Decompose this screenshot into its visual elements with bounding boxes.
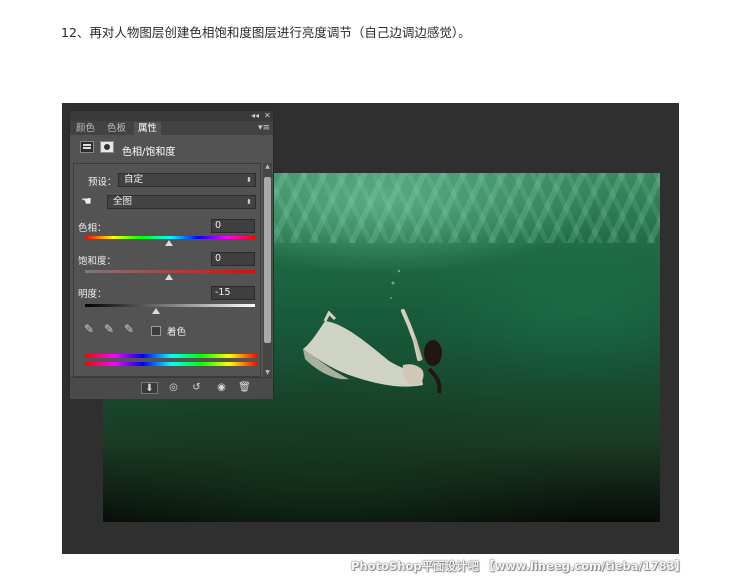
eyedropper-plus-icon[interactable]: ✎ bbox=[104, 322, 114, 336]
preset-dropdown[interactable]: 自定 ⬍ bbox=[118, 173, 256, 187]
instruction-text: 12、再对人物图层创建色相饱和度图层进行亮度调节（自己边调边感觉）。 bbox=[61, 25, 471, 40]
lightness-slider-track[interactable] bbox=[85, 304, 255, 307]
preset-label: 预设： bbox=[88, 177, 117, 188]
hue-saturation-icon[interactable] bbox=[80, 141, 94, 153]
saturation-slider-thumb[interactable] bbox=[165, 274, 173, 280]
lightness-input[interactable]: -15 bbox=[211, 286, 255, 300]
lightness-label: 明度： bbox=[78, 289, 107, 300]
input-spectrum-bar bbox=[85, 354, 258, 358]
tab-color[interactable]: 颜色 bbox=[72, 122, 99, 135]
hue-input[interactable]: 0 bbox=[211, 219, 255, 233]
panel-menu-icon[interactable]: ▾≡ bbox=[258, 121, 270, 135]
properties-panel: ◂◂ ✕ 颜色 色板 属性 ▾≡ 色相/饱和度 预设： 自定 ⬍ ☚ 全图 ⬍ … bbox=[69, 110, 274, 399]
eyedropper-icon[interactable]: ✎ bbox=[84, 322, 94, 336]
hue-label: 色相： bbox=[78, 223, 107, 234]
preset-value: 自定 bbox=[124, 174, 144, 185]
hue-slider-thumb[interactable] bbox=[165, 240, 173, 246]
saturation-label: 饱和度： bbox=[78, 256, 117, 267]
channel-value: 全图 bbox=[113, 196, 133, 207]
tab-swatches[interactable]: 色板 bbox=[103, 122, 130, 135]
output-spectrum-bar bbox=[85, 362, 258, 366]
dropdown-arrow-icon: ⬍ bbox=[246, 176, 252, 184]
saturation-slider-track[interactable] bbox=[85, 270, 255, 273]
panel-title: 色相/饱和度 bbox=[122, 147, 176, 158]
reset-icon[interactable]: ↺ bbox=[188, 382, 205, 394]
properties-content: 预设： 自定 ⬍ ☚ 全图 ⬍ 色相： 0 饱和度： 0 明度： -15 ✎ ✎… bbox=[73, 163, 261, 377]
mask-icon[interactable] bbox=[100, 141, 114, 153]
hand-icon[interactable]: ☚ bbox=[81, 194, 92, 208]
colorize-checkbox[interactable] bbox=[151, 326, 161, 336]
view-previous-icon[interactable]: ◎ bbox=[165, 382, 182, 394]
trash-icon[interactable]: 🗑 bbox=[236, 382, 253, 394]
clip-icon[interactable]: ⬇ bbox=[141, 382, 158, 394]
eyedropper-minus-icon[interactable]: ✎ bbox=[124, 322, 134, 336]
scroll-up-icon[interactable]: ▲ bbox=[263, 163, 272, 171]
panel-bottom-bar: ⬇ ◎ ↺ ◉ 🗑 bbox=[70, 377, 273, 399]
watermark: PhotoShop平面设计吧 【www.lineeg.com/tieba/178… bbox=[351, 559, 687, 573]
visibility-icon[interactable]: ◉ bbox=[213, 382, 230, 394]
dropdown-arrow-icon: ⬍ bbox=[246, 198, 252, 206]
tab-properties[interactable]: 属性 bbox=[134, 122, 162, 135]
close-icon[interactable]: ✕ bbox=[264, 111, 271, 121]
panel-scrollbar[interactable]: ▲ ▼ bbox=[263, 163, 272, 377]
panel-header: 色相/饱和度 bbox=[70, 137, 273, 159]
channel-dropdown[interactable]: 全图 ⬍ bbox=[107, 195, 256, 209]
panel-title-strip[interactable] bbox=[70, 111, 273, 121]
hue-slider-track[interactable] bbox=[85, 236, 255, 239]
scrollbar-thumb[interactable] bbox=[264, 177, 271, 343]
saturation-input[interactable]: 0 bbox=[211, 252, 255, 266]
lightness-slider-thumb[interactable] bbox=[152, 308, 160, 314]
colorize-label: 着色 bbox=[167, 327, 187, 338]
double-chevron-icon[interactable]: ◂◂ bbox=[251, 111, 259, 121]
scroll-down-icon[interactable]: ▼ bbox=[263, 369, 272, 377]
panel-tabbar: 颜色 色板 属性 ▾≡ bbox=[70, 121, 273, 135]
